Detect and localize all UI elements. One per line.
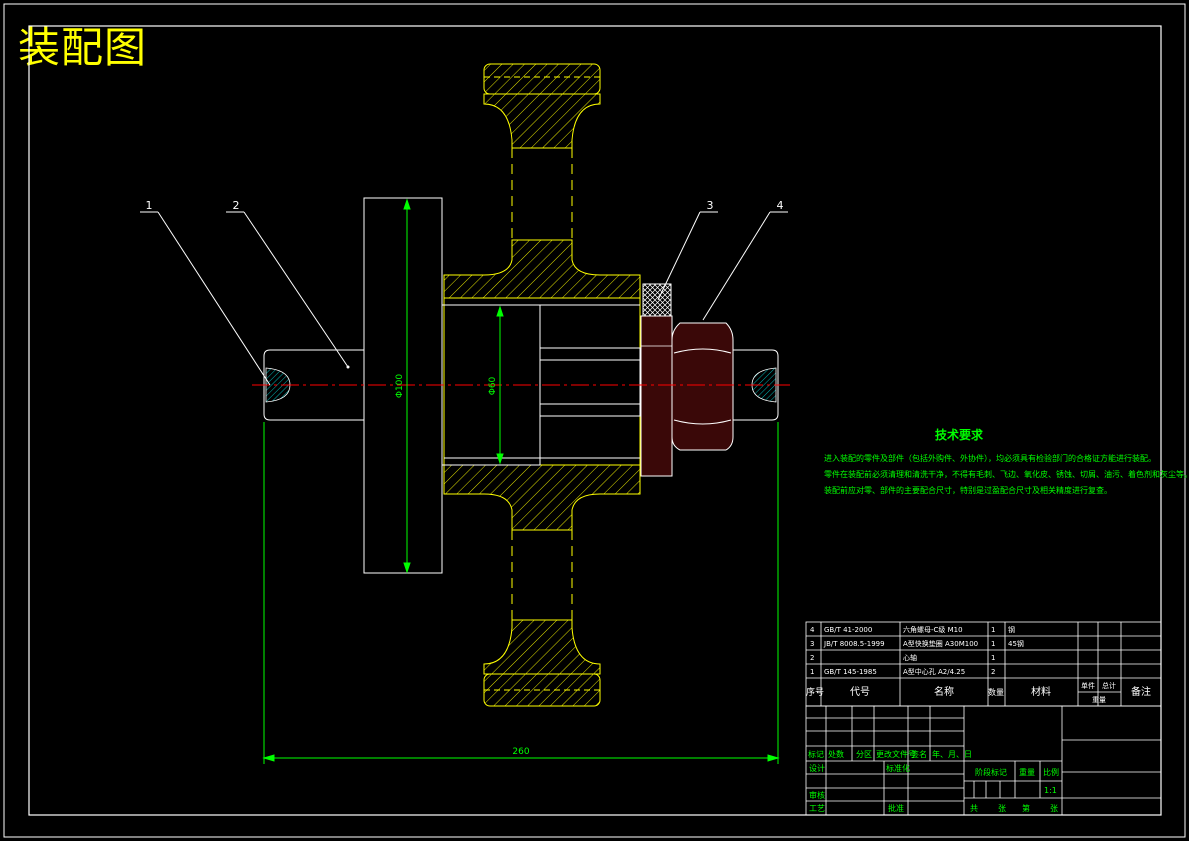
assembly-drawing: Φ100 Φ60 260 1 2 3 4 4 GB/T 41-2000 六角螺母… — [3, 3, 1186, 838]
tb-count: 处数 — [828, 749, 844, 759]
part-label-2: 2 — [233, 199, 240, 212]
tb-sheet-no: 第 — [1022, 803, 1030, 813]
tb-process: 工艺 — [809, 804, 825, 813]
tb-scale: 比例 — [1043, 767, 1059, 777]
part-label-4: 4 — [777, 199, 784, 212]
bom-row-2-qty: 1 — [991, 640, 995, 648]
bom-row-4-code: GB/T 145-1985 — [824, 668, 877, 676]
tb-scale-value: 1:1 — [1044, 786, 1057, 795]
technical-requirements: 技术要求 进入装配的零件及部件（包括外购件、外协件），均必须具有检验部门的合格证… — [824, 426, 1189, 499]
hex-nut — [671, 322, 734, 451]
title-block — [805, 705, 1162, 816]
dim-overall-length: 260 — [512, 747, 529, 757]
bom-header-qty: 数量 — [988, 687, 1004, 697]
bom-row-1-no: 4 — [810, 626, 815, 634]
bom-row-2-name: A型快换垫圈 A30M100 — [903, 639, 978, 648]
washer-top-section — [642, 283, 672, 317]
tech-requirement-1: 进入装配的零件及部件（包括外购件、外协件），均必须具有检验部门的合格证方能进行装… — [824, 454, 1156, 463]
tb-standardize: 标准化 — [886, 763, 910, 773]
bom-header-name: 名称 — [934, 685, 954, 698]
bom-row-1-material: 钢 — [1008, 625, 1015, 634]
bom-header-weight: 重量 — [1092, 696, 1106, 704]
washer — [640, 315, 673, 477]
tb-approve: 批准 — [888, 803, 904, 813]
tb-date: 年、月、日 — [932, 749, 972, 759]
bom-row-1-name: 六角螺母-C级 M10 — [903, 625, 963, 634]
bom-row-3-qty: 1 — [991, 654, 995, 662]
bom-row-1-code: GB/T 41-2000 — [824, 626, 872, 634]
tb-design: 设计 — [809, 763, 825, 773]
bom-row-2-code: JB/T 8008.5-1999 — [823, 640, 885, 648]
part-label-3: 3 — [707, 199, 714, 212]
tb-sheets-total: 共 — [970, 804, 978, 813]
bom-header-unit: 单件 — [1081, 681, 1095, 690]
bom-header-no: 序号 — [806, 686, 824, 698]
tech-requirement-2: 零件在装配前必须清理和清洗干净，不得有毛刺、飞边、氧化皮、锈蚀、切屑、油污、着色… — [824, 470, 1189, 479]
tb-sheets: 张 — [998, 804, 1006, 813]
tech-requirements-title: 技术要求 — [934, 428, 983, 442]
bom-header-total: 总计 — [1102, 681, 1116, 690]
tb-stage-mark: 阶段标记 — [975, 767, 1007, 777]
bom-row-2-material: 45钢 — [1008, 639, 1024, 648]
bom-row-1-qty: 1 — [991, 626, 995, 634]
dim-flange-diameter: Φ100 — [395, 374, 405, 399]
bom-row-3-name: 心轴 — [903, 653, 917, 662]
bom-row-4-name: A型中心孔 A2/4.25 — [903, 667, 965, 676]
tb-change-doc: 更改文件号 — [876, 749, 916, 759]
bom-header-remark: 备注 — [1131, 685, 1151, 698]
bom-row-2-no: 3 — [810, 640, 814, 648]
bom-header-material: 材料 — [1031, 685, 1051, 698]
tech-requirement-3: 装配前应对零、部件的主要配合尺寸，特别是过盈配合尺寸及相关精度进行复查。 — [824, 486, 1112, 495]
tb-check: 审核 — [809, 790, 825, 800]
bom-row-4-qty: 2 — [991, 668, 995, 676]
bom-row-4-no: 1 — [810, 668, 814, 676]
bom-row-3-no: 2 — [810, 654, 814, 662]
part-label-1: 1 — [146, 199, 153, 212]
dim-bore-diameter: Φ60 — [488, 376, 498, 395]
bom-header-code: 代号 — [850, 686, 870, 698]
tb-weight: 重量 — [1019, 767, 1035, 777]
tb-zone: 分区 — [856, 750, 872, 759]
tb-mark: 标记 — [808, 749, 824, 759]
outer-border — [3, 3, 1186, 838]
tb-signature: 签名 — [911, 749, 927, 759]
tb-sheet: 张 — [1050, 804, 1058, 813]
